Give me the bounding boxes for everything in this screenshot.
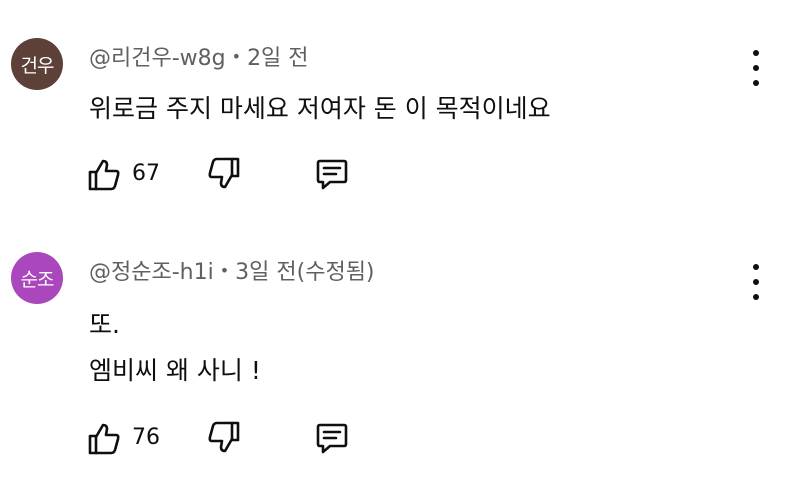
more-vert-icon[interactable] — [745, 264, 767, 300]
thumbs-up-icon[interactable] — [86, 156, 122, 192]
more-vert-icon[interactable] — [745, 50, 767, 86]
like-count: 67 — [132, 161, 160, 186]
reply-comment-icon[interactable] — [314, 156, 350, 192]
meta-separator: • — [231, 47, 242, 66]
meta-separator: • — [219, 261, 230, 280]
avatar-initials: 건우 — [20, 54, 55, 77]
avatar[interactable]: 건우 — [11, 38, 63, 90]
comment-text: 위로금 주지 마세요 저여자 돈 이 목적이네요 — [89, 94, 551, 123]
comment-time: 3일 전(수정됨) — [235, 260, 375, 285]
thumbs-up-icon[interactable] — [86, 420, 122, 456]
comment-meta: @리건우-w8g • 2일 전 — [89, 40, 309, 72]
comment-text-line-1: 또. — [89, 310, 120, 339]
author-handle[interactable]: @리건우-w8g — [89, 46, 226, 71]
comment-time: 2일 전 — [247, 46, 309, 71]
thumbs-down-icon[interactable] — [206, 156, 242, 192]
like-count: 76 — [132, 425, 160, 450]
thumbs-down-icon[interactable] — [206, 420, 242, 456]
comment-meta: @정순조-h1i • 3일 전(수정됨) — [89, 254, 375, 286]
reply-comment-icon[interactable] — [314, 420, 350, 456]
author-handle[interactable]: @정순조-h1i — [89, 260, 214, 285]
avatar-initials: 순조 — [20, 268, 55, 291]
avatar[interactable]: 순조 — [11, 252, 63, 304]
comment-text-line-2: 엠비씨 왜 사니 ! — [89, 356, 261, 385]
